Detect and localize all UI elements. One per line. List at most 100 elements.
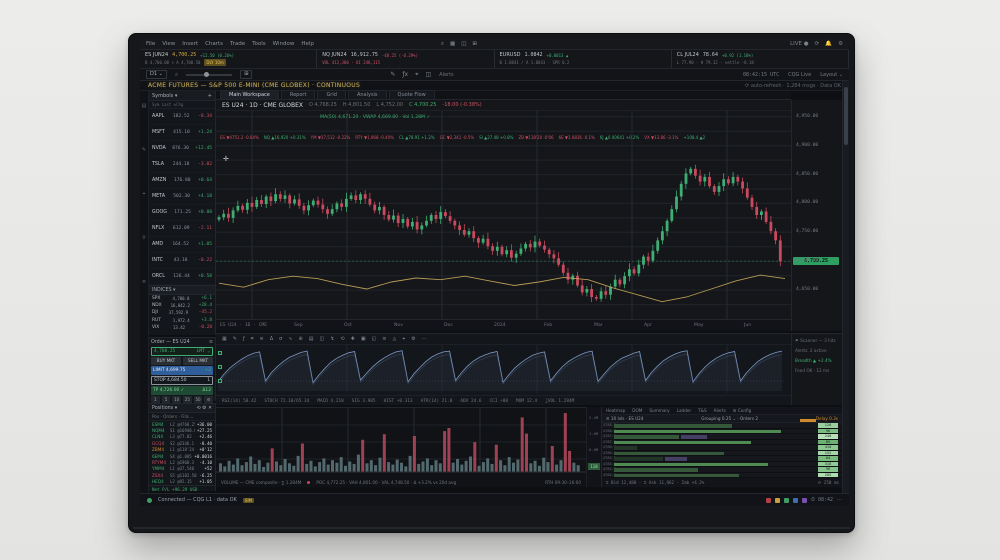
- osc-tool-icon-8[interactable]: ⊕: [299, 336, 303, 342]
- menu-item-charts[interactable]: Charts: [205, 41, 223, 47]
- watchlist-row-spx[interactable]: SPX4,700.8+6.1: [149, 295, 215, 302]
- osc-tool-icon-4[interactable]: ≋: [260, 336, 264, 342]
- position-row-nqm4[interactable]: NQM4S1 @16940.0+27.25: [149, 427, 215, 433]
- osc-tool-icon-3[interactable]: ⌗: [251, 336, 254, 342]
- depth-tab-alerts[interactable]: Alerts: [714, 408, 726, 413]
- add-symbol-button[interactable]: +: [208, 93, 212, 99]
- watchlist-row-tsla[interactable]: TSLA244.18-3.02: [149, 157, 215, 173]
- toolbar-icon-0[interactable]: ✎: [390, 71, 395, 79]
- depth-tab-ladder[interactable]: Ladder: [677, 408, 692, 413]
- toolbar-icon-2[interactable]: ⌖: [415, 71, 418, 79]
- menu-item-help[interactable]: Help: [301, 41, 314, 47]
- depth-tab-t-s[interactable]: T&S: [698, 408, 706, 413]
- osc-tool-icon-16[interactable]: ≡: [382, 336, 386, 342]
- price-axis[interactable]: 4,700.25 4,950.004,900.004,850.004,800.0…: [791, 100, 842, 331]
- menu-icon-2[interactable]: ◫: [461, 41, 466, 48]
- interval-select[interactable]: D1 ⌄: [146, 70, 167, 79]
- menu-item-view[interactable]: View: [162, 41, 175, 47]
- osc-tool-icon-13[interactable]: ✚: [351, 336, 355, 342]
- limit-order-row[interactable]: LIMIT 4,699.75+2: [151, 366, 213, 375]
- menu-item-insert[interactable]: Insert: [182, 41, 198, 47]
- depth-grouping[interactable]: Grouping 0.25 ⌄ · Orders 2: [701, 416, 758, 421]
- qty-button-⚙[interactable]: ⚙: [204, 396, 213, 403]
- menu-right-icon-2[interactable]: 🔔: [825, 41, 832, 47]
- position-row-rtym4[interactable]: RTYM4L2 @1968.3-4.10: [149, 459, 215, 465]
- candlestick-chart[interactable]: [216, 111, 791, 319]
- position-row-heq4[interactable]: HEQ4L2 @92.15+1.05: [149, 479, 215, 485]
- search-icon[interactable]: ⌕: [175, 71, 178, 79]
- osc-tool-icon-19[interactable]: ⚙: [411, 336, 415, 342]
- position-row-gcq4[interactable]: GCQ4S2 @2346.1-8.40: [149, 440, 215, 446]
- position-row-zbm4[interactable]: ZBM4L1 @118'24+0'12: [149, 447, 215, 453]
- menu-item-tools[interactable]: Tools: [252, 41, 266, 47]
- menu-item-trade[interactable]: Trade: [230, 41, 245, 47]
- osc-tool-icon-17[interactable]: ◬: [392, 336, 396, 342]
- order-price-field[interactable]: 4,700.25LMT ⌄: [151, 347, 213, 356]
- osc-legend-square[interactable]: [218, 365, 222, 369]
- buy-button[interactable]: BUY MKT: [151, 357, 181, 365]
- positions-title[interactable]: Positions ▾: [152, 406, 177, 411]
- menu-item-window[interactable]: Window: [273, 41, 295, 47]
- osc-tool-icon-7[interactable]: ∿: [288, 336, 292, 342]
- watchlist-row-rut[interactable]: RUT1,972.4+3.8: [149, 317, 215, 324]
- stop-order-row[interactable]: STOP 4,684.501: [151, 376, 213, 385]
- depth-heatmap-rows[interactable]: 4788.54788.04787.54787.04786.54786.04785…: [602, 423, 843, 478]
- menu-right-icon-0[interactable]: LIVE ●: [790, 41, 808, 47]
- rail-icon-2[interactable]: ⌖: [143, 191, 146, 197]
- positions-tabs[interactable]: Pos · Orders · Fills ⌄: [149, 413, 215, 421]
- osc-tool-icon-0[interactable]: ▦: [222, 336, 227, 342]
- osc-tool-icon-18[interactable]: ⌖: [402, 336, 405, 342]
- watchlist-row-vix[interactable]: VIX13.42-0.28: [149, 324, 215, 331]
- ticker-group-nq-jun24[interactable]: NQ JUN2416,912.75-48.25 (-0.29%)VOL 412,…: [317, 50, 494, 68]
- main-chart-plot[interactable]: MA(50) 4,671.20 · VWAP 4,669.80 · Vol 1.…: [216, 111, 791, 319]
- position-row-zsx4[interactable]: ZSX4S5 @1182.50-6.25: [149, 472, 215, 478]
- watchlist-row-dji[interactable]: DJI37,592.9-45.2: [149, 309, 215, 316]
- volume-bar-chart[interactable]: [216, 408, 586, 476]
- osc-tool-icon-10[interactable]: ◫: [319, 336, 324, 342]
- tab-analysis[interactable]: Analysis: [348, 90, 387, 99]
- tab-report[interactable]: Report: [281, 90, 316, 99]
- position-row-6em4[interactable]: 6EM4S4 @1.0858+0.0016: [149, 453, 215, 459]
- osc-legend-square[interactable]: [218, 379, 222, 383]
- watchlist-row-nvda[interactable]: NVDA876.30+12.45: [149, 141, 215, 157]
- osc-tool-icon-6[interactable]: σ: [279, 336, 282, 342]
- depth-tab-dom[interactable]: DOM: [632, 408, 642, 413]
- menu-icon-0[interactable]: ⌕: [441, 41, 444, 48]
- osc-tool-icon-12[interactable]: ⟲: [340, 336, 344, 342]
- zoom-slider[interactable]: [186, 74, 232, 76]
- watchlist-row-meta[interactable]: META502.30+4.18: [149, 189, 215, 205]
- osc-legend-square[interactable]: [218, 351, 222, 355]
- positions-icon-2[interactable]: ✕: [208, 406, 212, 411]
- time-axis[interactable]: ES U24 · 1D · CMESepOctNovDec2024FebMarA…: [216, 319, 791, 331]
- rail-icon-0[interactable]: ▤: [142, 103, 147, 109]
- watchlist-row-ndx[interactable]: NDX16,842.2+28.4: [149, 302, 215, 309]
- toolbar-icon-1[interactable]: ƒx: [402, 71, 408, 79]
- watchlist-row-amzn[interactable]: AMZN176.80+0.64: [149, 173, 215, 189]
- menu-right-icon-1[interactable]: ⟳: [815, 41, 820, 47]
- tab-grid[interactable]: Grid: [317, 90, 346, 99]
- dom-ladder[interactable]: 12896240854101526431896205: [818, 423, 838, 478]
- watchlist-row-amd[interactable]: AMD164.52+1.05: [149, 237, 215, 253]
- depth-tab--config[interactable]: ⚙ Config: [733, 408, 752, 413]
- grid-layout-icon[interactable]: ⊞: [240, 70, 252, 79]
- watchlist-row-nflx[interactable]: NFLX612.09-2.11: [149, 221, 215, 237]
- vertical-scrollbar[interactable]: [842, 81, 849, 493]
- scrollbar-thumb[interactable]: [844, 87, 848, 145]
- ticker-group-es-jun24[interactable]: ES JUN244,700.25+12.50 (0.26%)B 4,700.00…: [140, 50, 317, 68]
- layout-select[interactable]: Layout ⌄: [820, 72, 843, 78]
- depth-tab-heatmap[interactable]: Heatmap: [606, 408, 625, 413]
- qty-button-10[interactable]: 10: [172, 396, 181, 403]
- menu-icon-3[interactable]: ⊞: [472, 41, 477, 48]
- qty-button-50[interactable]: 50: [194, 396, 203, 403]
- watchlist-title[interactable]: Symbols ▾: [152, 93, 177, 99]
- ticker-group-eurusd[interactable]: EURUSD1.0842+0.0013 ▲B 1.0841 / A 1.0843…: [495, 50, 672, 68]
- position-row-ymm4[interactable]: YMM4L1 @37,540+52: [149, 466, 215, 472]
- sell-button[interactable]: SELL MKT: [183, 357, 213, 365]
- depth-levels[interactable]: ≡ 10 lvls · ES U24: [606, 416, 644, 421]
- osc-tool-icon-2[interactable]: ƒ: [243, 336, 245, 342]
- osc-tool-icon-1[interactable]: ✎: [233, 336, 237, 342]
- rail-icon-1[interactable]: ✎: [142, 147, 146, 153]
- position-row-esm4[interactable]: ESM4L2 @4768.25+36.00: [149, 421, 215, 427]
- osc-tool-icon-20[interactable]: ⋯: [422, 336, 427, 342]
- ticker-group-cl-jul24[interactable]: CL JUL2478.64+0.92 (1.18%)L 77.90 · H 79…: [672, 50, 849, 68]
